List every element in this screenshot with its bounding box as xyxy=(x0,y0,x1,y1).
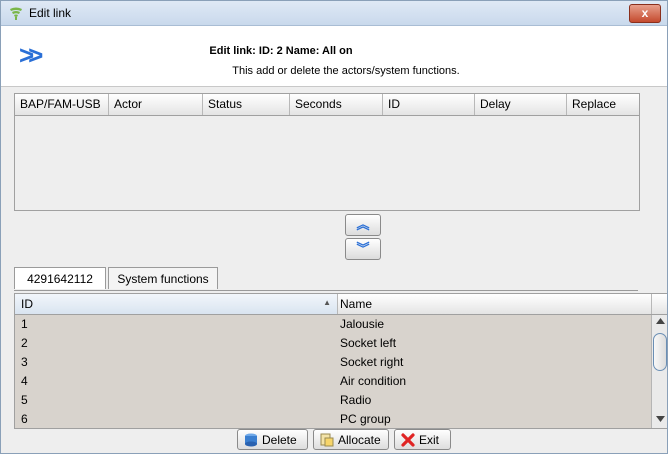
function-table-header: ID ▲ Name xyxy=(15,294,667,315)
close-button[interactable]: x xyxy=(629,4,661,23)
cell-id: 2 xyxy=(21,336,28,350)
database-delete-icon xyxy=(245,433,257,447)
allocate-label: Allocate xyxy=(338,433,381,447)
vertical-scrollbar[interactable] xyxy=(651,315,667,428)
column-header-name-label: Name xyxy=(340,297,373,311)
delete-button[interactable]: Delete xyxy=(237,429,308,450)
move-down-button[interactable]: ︾ xyxy=(345,238,381,260)
scroll-up-arrow-icon[interactable] xyxy=(656,318,665,325)
edit-link-window: Edit link x >> Edit link: ID: 2 Name: Al… xyxy=(0,0,668,454)
tab-divider xyxy=(14,290,638,291)
exit-label: Exit xyxy=(419,433,440,447)
column-header-name[interactable]: Name xyxy=(338,294,652,314)
column-header-replace[interactable]: Replace xyxy=(567,94,637,115)
window-title: Edit link xyxy=(29,6,72,20)
link-table[interactable]: BAP/FAM-USB Actor Status Seconds ID Dela… xyxy=(14,93,640,211)
column-header-id[interactable]: ID xyxy=(383,94,475,115)
table-row[interactable]: 3 Socket right xyxy=(15,353,651,372)
exit-button[interactable]: Exit xyxy=(394,429,451,450)
table-row[interactable]: 5 Radio xyxy=(15,391,651,410)
cell-name: Jalousie xyxy=(340,317,385,331)
link-table-header: BAP/FAM-USB Actor Status Seconds ID Dela… xyxy=(15,94,639,116)
cell-id: 3 xyxy=(21,355,28,369)
column-header-actor[interactable]: Actor xyxy=(109,94,203,115)
scroll-down-arrow-icon[interactable] xyxy=(656,416,665,423)
title-bar: Edit link x xyxy=(1,1,667,26)
cell-id: 5 xyxy=(21,393,28,407)
column-header-id[interactable]: ID ▲ xyxy=(15,294,338,314)
allocate-button[interactable]: Allocate xyxy=(313,429,389,450)
move-up-button[interactable]: ︽ xyxy=(345,214,381,236)
header-title: Edit link: ID: 2 Name: All on xyxy=(209,45,353,57)
function-table[interactable]: ID ▲ Name 1 Jalousie 2 Socket left 3 Soc… xyxy=(14,293,667,429)
column-header-bap-fam-usb[interactable]: BAP/FAM-USB xyxy=(15,94,109,115)
header-panel: >> Edit link: ID: 2 Name: All on This ad… xyxy=(1,26,667,87)
table-row[interactable]: 2 Socket left xyxy=(15,334,651,353)
tab-4291642112[interactable]: 4291642112 xyxy=(14,267,106,289)
column-header-delay[interactable]: Delay xyxy=(475,94,567,115)
cell-id: 1 xyxy=(21,317,28,331)
cell-name: Socket right xyxy=(340,355,404,369)
column-header-seconds[interactable]: Seconds xyxy=(290,94,383,115)
close-icon: x xyxy=(641,6,649,20)
table-row[interactable]: 4 Air condition xyxy=(15,372,651,391)
cell-id: 4 xyxy=(21,374,28,388)
cell-id: 6 xyxy=(21,412,28,426)
allocate-icon xyxy=(320,433,334,447)
tab-system-functions[interactable]: System functions xyxy=(108,267,218,289)
chevron-down-icon: ︾ xyxy=(356,241,370,256)
red-x-icon xyxy=(401,433,415,447)
column-header-status[interactable]: Status xyxy=(203,94,290,115)
cell-name: Socket left xyxy=(340,336,397,350)
delete-label: Delete xyxy=(262,433,297,447)
header-subtitle: This add or delete the actors/system fun… xyxy=(232,65,460,77)
table-row[interactable]: 1 Jalousie xyxy=(15,315,651,334)
table-row[interactable]: 6 PC group xyxy=(15,410,651,428)
cell-name: Radio xyxy=(340,393,372,407)
column-header-id-label: ID xyxy=(21,297,33,311)
cell-name: Air condition xyxy=(340,374,407,388)
cell-name: PC group xyxy=(340,412,391,426)
sort-ascending-icon: ▲ xyxy=(323,298,331,307)
scrollbar-thumb[interactable] xyxy=(653,333,667,371)
app-logo-icon xyxy=(10,7,22,20)
chevron-up-icon: ︽ xyxy=(356,217,370,232)
